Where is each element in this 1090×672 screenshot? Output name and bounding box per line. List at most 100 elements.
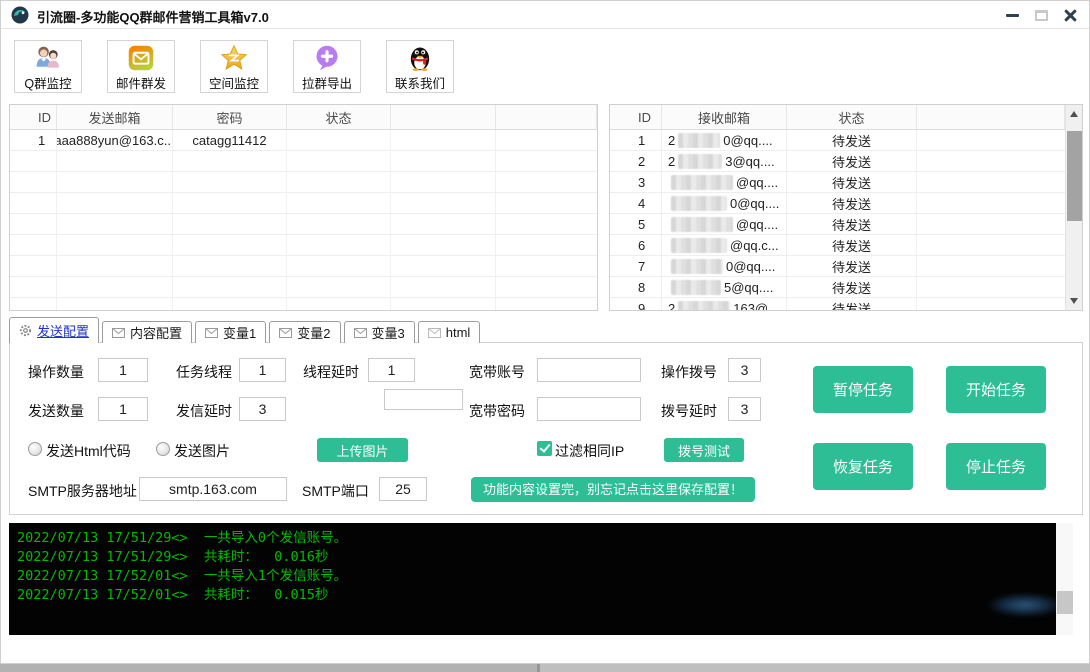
table-row[interactable]: 7 0@qq.... 待发送 [610, 256, 1065, 277]
table-row[interactable]: 2 23@qq.... 待发送 [610, 151, 1065, 172]
toolbar-button-group-export[interactable]: 拉群导出 [293, 40, 361, 93]
send-delay-input[interactable] [239, 397, 286, 421]
table-row[interactable]: 9 2163@ 待发送 [610, 298, 1065, 311]
titlebar: 引流圈-多功能QQ群邮件营销工具箱v7.0 [1, 1, 1089, 29]
star-icon [219, 44, 249, 72]
taskbar-segment [0, 664, 537, 672]
upload-image-button[interactable]: 上传图片 [317, 438, 408, 462]
tab-variable2[interactable]: 变量2 [269, 321, 340, 343]
toolbar-label: 联系我们 [395, 73, 445, 92]
maximize-icon [1035, 10, 1048, 21]
envelope-icon [279, 328, 292, 338]
cell-status: 待发送 [787, 130, 917, 150]
tab-content-config[interactable]: 内容配置 [102, 321, 192, 343]
tab-label: html [446, 325, 471, 340]
col-header-empty [496, 105, 597, 129]
start-task-button[interactable]: 开始任务 [946, 366, 1046, 413]
task-threads-input[interactable] [239, 358, 286, 382]
table-row[interactable]: 3 @qq.... 待发送 [610, 172, 1065, 193]
tab-label: 变量1 [223, 323, 256, 342]
toolbar-label: 空间监控 [209, 73, 259, 92]
filter-same-ip-label[interactable]: 过滤相同IP [555, 441, 624, 461]
receiver-table-scrollbar[interactable] [1065, 105, 1082, 310]
cell-id: 6 [610, 235, 662, 255]
smtp-server-input[interactable] [139, 477, 287, 501]
table-row[interactable]: 5 @qq.... 待发送 [610, 214, 1065, 235]
send-delay-label: 发信延时 [176, 401, 232, 421]
blurred-email-patch [671, 217, 733, 232]
dial-delay-input[interactable] [728, 397, 761, 421]
envelope-icon [205, 328, 218, 338]
tab-variable3[interactable]: 变量3 [344, 321, 415, 343]
thread-delay-input[interactable] [368, 358, 415, 382]
op-count-input[interactable] [98, 358, 148, 382]
tab-label: 内容配置 [130, 323, 182, 342]
col-header-status[interactable]: 状态 [287, 105, 391, 129]
col-header-send-email[interactable]: 发送邮箱 [57, 105, 173, 129]
log-scrollbar-thumb[interactable] [1057, 591, 1073, 614]
col-header-id[interactable]: ID [10, 105, 57, 129]
toolbar-button-email-bulk-send[interactable]: 邮件群发 [107, 40, 175, 93]
tab-send-config[interactable]: 发送配置 [9, 317, 99, 343]
send-image-radio-label[interactable]: 发送图片 [174, 441, 230, 461]
table-row[interactable]: 1 aaa888yun@163.c... catagg11412 [10, 130, 597, 151]
minimize-icon [1006, 14, 1019, 17]
toolbar-button-contact-us[interactable]: 联系我们 [386, 40, 454, 93]
envelope-icon [428, 328, 441, 338]
pause-task-button[interactable]: 暂停任务 [813, 366, 913, 413]
stop-task-button[interactable]: 停止任务 [946, 443, 1046, 490]
smtp-port-input[interactable] [379, 477, 427, 501]
table-row[interactable]: 4 0@qq.... 待发送 [610, 193, 1065, 214]
cell-empty [917, 130, 1065, 150]
cell-receive-email: 23@qq.... [662, 151, 787, 171]
send-html-radio-label[interactable]: 发送Html代码 [46, 441, 131, 461]
broadband-account-input[interactable] [537, 358, 641, 382]
cell-id: 5 [610, 214, 662, 234]
send-html-radio[interactable] [28, 442, 42, 456]
resume-task-button[interactable]: 恢复任务 [813, 443, 913, 490]
tab-html[interactable]: html [418, 321, 481, 343]
save-config-notice-button[interactable]: 功能内容设置完，别忘记点击这里保存配置！ [471, 477, 755, 502]
table-row[interactable]: 8 5@qq.... 待发送 [610, 277, 1065, 298]
table-row[interactable]: 1 20@qq.... 待发送 [610, 130, 1065, 151]
toolbar-label: Q群监控 [24, 73, 71, 92]
extra-input[interactable] [384, 389, 463, 410]
thread-delay-label: 线程延时 [303, 362, 359, 382]
toolbar-button-qq-group-monitor[interactable]: Q群监控 [14, 40, 82, 93]
col-header-receive-email[interactable]: 接收邮箱 [662, 105, 787, 129]
close-icon [1064, 9, 1077, 22]
blurred-email-patch [671, 259, 723, 274]
send-image-radio[interactable] [156, 442, 170, 456]
dial-test-button[interactable]: 拨号测试 [664, 438, 744, 462]
cell-password: catagg11412 [173, 130, 287, 150]
col-header-id[interactable]: ID [610, 105, 662, 129]
log-line: 2022/07/13 17/52/01<> 共耗时： 0.015秒 [17, 586, 1056, 605]
send-count-input[interactable] [98, 397, 148, 421]
broadband-password-input[interactable] [537, 397, 641, 421]
col-header-status[interactable]: 状态 [787, 105, 917, 129]
scroll-up-icon[interactable] [1070, 111, 1078, 117]
minimize-button[interactable] [1001, 5, 1023, 25]
filter-same-ip-checkbox[interactable] [537, 441, 552, 456]
maximize-button[interactable] [1030, 5, 1052, 25]
plus-bubble-icon [312, 44, 342, 72]
scroll-down-icon[interactable] [1070, 298, 1078, 304]
envelope-icon [354, 328, 367, 338]
col-header-password[interactable]: 密码 [173, 105, 287, 129]
scrollbar-thumb[interactable] [1067, 131, 1082, 221]
cell-empty [917, 298, 1065, 311]
blurred-email-patch [671, 280, 721, 295]
toolbar-button-qzone-monitor[interactable]: 空间监控 [200, 40, 268, 93]
log-console[interactable]: 2022/07/13 17/51/29<> 一共导入0个发信账号。 2022/0… [9, 523, 1056, 635]
close-button[interactable] [1059, 5, 1081, 25]
table-row-empty [10, 151, 597, 172]
blurred-email-patch [678, 154, 722, 169]
op-count-label: 操作数量 [28, 362, 84, 382]
cell-status: 待发送 [787, 214, 917, 234]
dial-delay-label: 拨号延时 [661, 401, 717, 421]
table-row[interactable]: 6 @qq.c... 待发送 [610, 235, 1065, 256]
log-scrollbar-track[interactable] [1056, 523, 1073, 635]
op-dial-input[interactable] [728, 358, 761, 382]
toolbar-label: 邮件群发 [116, 73, 166, 92]
tab-variable1[interactable]: 变量1 [195, 321, 266, 343]
